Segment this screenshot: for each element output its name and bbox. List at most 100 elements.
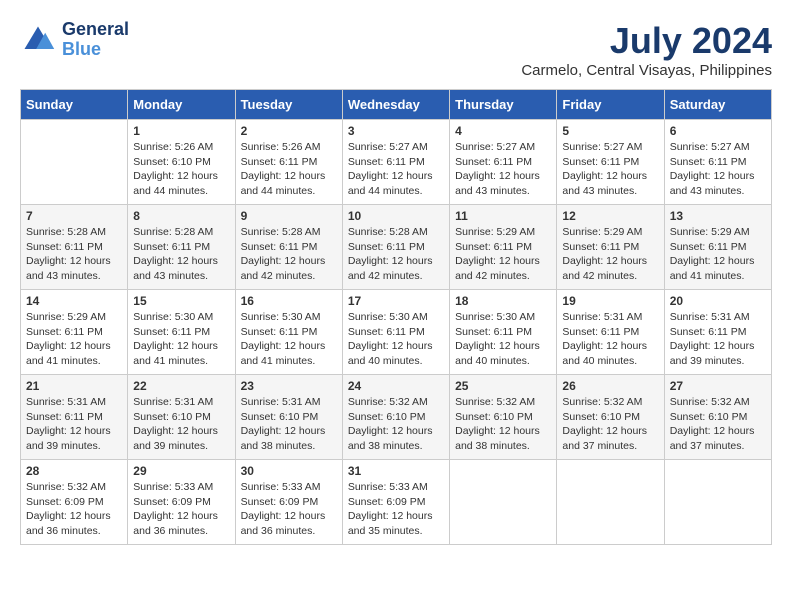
calendar-cell: 7Sunrise: 5:28 AMSunset: 6:11 PMDaylight…	[21, 205, 128, 290]
day-info: Sunrise: 5:32 AMSunset: 6:10 PMDaylight:…	[348, 395, 444, 454]
day-info: Sunrise: 5:28 AMSunset: 6:11 PMDaylight:…	[26, 225, 122, 284]
day-info: Sunrise: 5:27 AMSunset: 6:11 PMDaylight:…	[455, 140, 551, 199]
calendar-cell: 18 Sunrise: 5:30 AMSunset: 6:11 PMDayligh…	[450, 290, 557, 375]
logo: General Blue	[20, 20, 129, 60]
day-number: 6	[670, 124, 766, 138]
calendar-cell: 24 Sunrise: 5:32 AMSunset: 6:10 PMDayligh…	[342, 375, 449, 460]
day-info: Sunrise: 5:31 AMSunset: 6:10 PMDaylight:…	[133, 395, 229, 454]
calendar-header-wednesday: Wednesday	[342, 90, 449, 120]
day-info: Sunrise: 5:32 AMSunset: 6:10 PMDaylight:…	[670, 395, 766, 454]
day-number: 17	[348, 294, 444, 308]
calendar-header-friday: Friday	[557, 90, 664, 120]
day-info: Sunrise: 5:26 AMSunset: 6:10 PMDaylight:…	[133, 140, 229, 199]
day-number: 27	[670, 379, 766, 393]
calendar-cell: 14 Sunrise: 5:29 AMSunset: 6:11 PMDayligh…	[21, 290, 128, 375]
day-number: 12	[562, 209, 658, 223]
day-number: 11	[455, 209, 551, 223]
day-number: 30	[241, 464, 337, 478]
calendar-cell: 10 Sunrise: 5:28 AMSunset: 6:11 PMDayligh…	[342, 205, 449, 290]
day-info: Sunrise: 5:31 AMSunset: 6:11 PMDaylight:…	[562, 310, 658, 369]
day-info: Sunrise: 5:28 AMSunset: 6:11 PMDaylight:…	[133, 225, 229, 284]
calendar-cell: 2Sunrise: 5:26 AMSunset: 6:11 PMDaylight…	[235, 120, 342, 205]
calendar-cell: 13 Sunrise: 5:29 AMSunset: 6:11 PMDayligh…	[664, 205, 771, 290]
calendar-cell: 8 Sunrise: 5:28 AMSunset: 6:11 PMDaylight…	[128, 205, 235, 290]
day-info: Sunrise: 5:27 AMSunset: 6:11 PMDaylight:…	[348, 140, 444, 199]
day-number: 26	[562, 379, 658, 393]
day-info: Sunrise: 5:33 AMSunset: 6:09 PMDaylight:…	[348, 480, 444, 539]
calendar-cell: 12 Sunrise: 5:29 AMSunset: 6:11 PMDayligh…	[557, 205, 664, 290]
day-number: 14	[26, 294, 122, 308]
day-number: 29	[133, 464, 229, 478]
day-info: Sunrise: 5:30 AMSunset: 6:11 PMDaylight:…	[455, 310, 551, 369]
calendar-cell: 9 Sunrise: 5:28 AMSunset: 6:11 PMDaylight…	[235, 205, 342, 290]
day-info: Sunrise: 5:29 AMSunset: 6:11 PMDaylight:…	[26, 310, 122, 369]
day-number: 13	[670, 209, 766, 223]
day-number: 22	[133, 379, 229, 393]
calendar-cell: 15 Sunrise: 5:30 AMSunset: 6:11 PMDayligh…	[128, 290, 235, 375]
calendar-cell: 26 Sunrise: 5:32 AMSunset: 6:10 PMDayligh…	[557, 375, 664, 460]
calendar-cell	[664, 460, 771, 545]
day-number: 19	[562, 294, 658, 308]
day-number: 31	[348, 464, 444, 478]
calendar-cell	[450, 460, 557, 545]
day-info: Sunrise: 5:27 AMSunset: 6:11 PMDaylight:…	[562, 140, 658, 199]
day-number: 24	[348, 379, 444, 393]
calendar-cell: 16 Sunrise: 5:30 AMSunset: 6:11 PMDayligh…	[235, 290, 342, 375]
day-number: 18	[455, 294, 551, 308]
calendar-cell: 25Sunrise: 5:32 AMSunset: 6:10 PMDayligh…	[450, 375, 557, 460]
day-number: 15	[133, 294, 229, 308]
day-number: 23	[241, 379, 337, 393]
day-info: Sunrise: 5:32 AMSunset: 6:10 PMDaylight:…	[562, 395, 658, 454]
day-info: Sunrise: 5:33 AMSunset: 6:09 PMDaylight:…	[241, 480, 337, 539]
logo-icon	[20, 22, 56, 58]
day-number: 16	[241, 294, 337, 308]
day-info: Sunrise: 5:32 AMSunset: 6:10 PMDaylight:…	[455, 395, 551, 454]
calendar-cell: 23 Sunrise: 5:31 AMSunset: 6:10 PMDayligh…	[235, 375, 342, 460]
calendar-cell: 4 Sunrise: 5:27 AMSunset: 6:11 PMDaylight…	[450, 120, 557, 205]
day-number: 5	[562, 124, 658, 138]
location: Carmelo, Central Visayas, Philippines	[521, 62, 772, 79]
day-info: Sunrise: 5:30 AMSunset: 6:11 PMDaylight:…	[241, 310, 337, 369]
calendar-cell: 28Sunrise: 5:32 AMSunset: 6:09 PMDayligh…	[21, 460, 128, 545]
calendar-header-monday: Monday	[128, 90, 235, 120]
calendar-header-saturday: Saturday	[664, 90, 771, 120]
day-number: 4	[455, 124, 551, 138]
day-info: Sunrise: 5:28 AMSunset: 6:11 PMDaylight:…	[241, 225, 337, 284]
day-number: 8	[133, 209, 229, 223]
calendar-header-sunday: Sunday	[21, 90, 128, 120]
day-info: Sunrise: 5:30 AMSunset: 6:11 PMDaylight:…	[348, 310, 444, 369]
calendar-cell: 30 Sunrise: 5:33 AMSunset: 6:09 PMDayligh…	[235, 460, 342, 545]
calendar-cell: 29 Sunrise: 5:33 AMSunset: 6:09 PMDayligh…	[128, 460, 235, 545]
day-number: 20	[670, 294, 766, 308]
calendar-cell: 5 Sunrise: 5:27 AMSunset: 6:11 PMDaylight…	[557, 120, 664, 205]
calendar-cell: 21 Sunrise: 5:31 AMSunset: 6:11 PMDayligh…	[21, 375, 128, 460]
calendar-cell: 3 Sunrise: 5:27 AMSunset: 6:11 PMDaylight…	[342, 120, 449, 205]
day-info: Sunrise: 5:29 AMSunset: 6:11 PMDaylight:…	[562, 225, 658, 284]
page-header: General Blue July 2024 Carmelo, Central …	[20, 20, 772, 79]
calendar-header-tuesday: Tuesday	[235, 90, 342, 120]
day-info: Sunrise: 5:31 AMSunset: 6:11 PMDaylight:…	[670, 310, 766, 369]
calendar-cell	[557, 460, 664, 545]
calendar-cell	[21, 120, 128, 205]
day-info: Sunrise: 5:30 AMSunset: 6:11 PMDaylight:…	[133, 310, 229, 369]
day-info: Sunrise: 5:33 AMSunset: 6:09 PMDaylight:…	[133, 480, 229, 539]
calendar-header-thursday: Thursday	[450, 90, 557, 120]
day-number: 1	[133, 124, 229, 138]
day-info: Sunrise: 5:32 AMSunset: 6:09 PMDaylight:…	[26, 480, 122, 539]
day-number: 9	[241, 209, 337, 223]
calendar-cell: 27 Sunrise: 5:32 AMSunset: 6:10 PMDayligh…	[664, 375, 771, 460]
day-info: Sunrise: 5:31 AMSunset: 6:10 PMDaylight:…	[241, 395, 337, 454]
month-year: July 2024	[521, 20, 772, 62]
day-number: 21	[26, 379, 122, 393]
calendar-cell: 6Sunrise: 5:27 AMSunset: 6:11 PMDaylight…	[664, 120, 771, 205]
day-info: Sunrise: 5:28 AMSunset: 6:11 PMDaylight:…	[348, 225, 444, 284]
logo-text: General Blue	[62, 20, 129, 60]
day-info: Sunrise: 5:31 AMSunset: 6:11 PMDaylight:…	[26, 395, 122, 454]
day-info: Sunrise: 5:29 AMSunset: 6:11 PMDaylight:…	[670, 225, 766, 284]
calendar-cell: 31 Sunrise: 5:33 AMSunset: 6:09 PMDayligh…	[342, 460, 449, 545]
day-number: 3	[348, 124, 444, 138]
calendar-table: SundayMondayTuesdayWednesdayThursdayFrid…	[20, 89, 772, 545]
calendar-cell: 22 Sunrise: 5:31 AMSunset: 6:10 PMDayligh…	[128, 375, 235, 460]
day-number: 10	[348, 209, 444, 223]
calendar-cell: 17 Sunrise: 5:30 AMSunset: 6:11 PMDayligh…	[342, 290, 449, 375]
